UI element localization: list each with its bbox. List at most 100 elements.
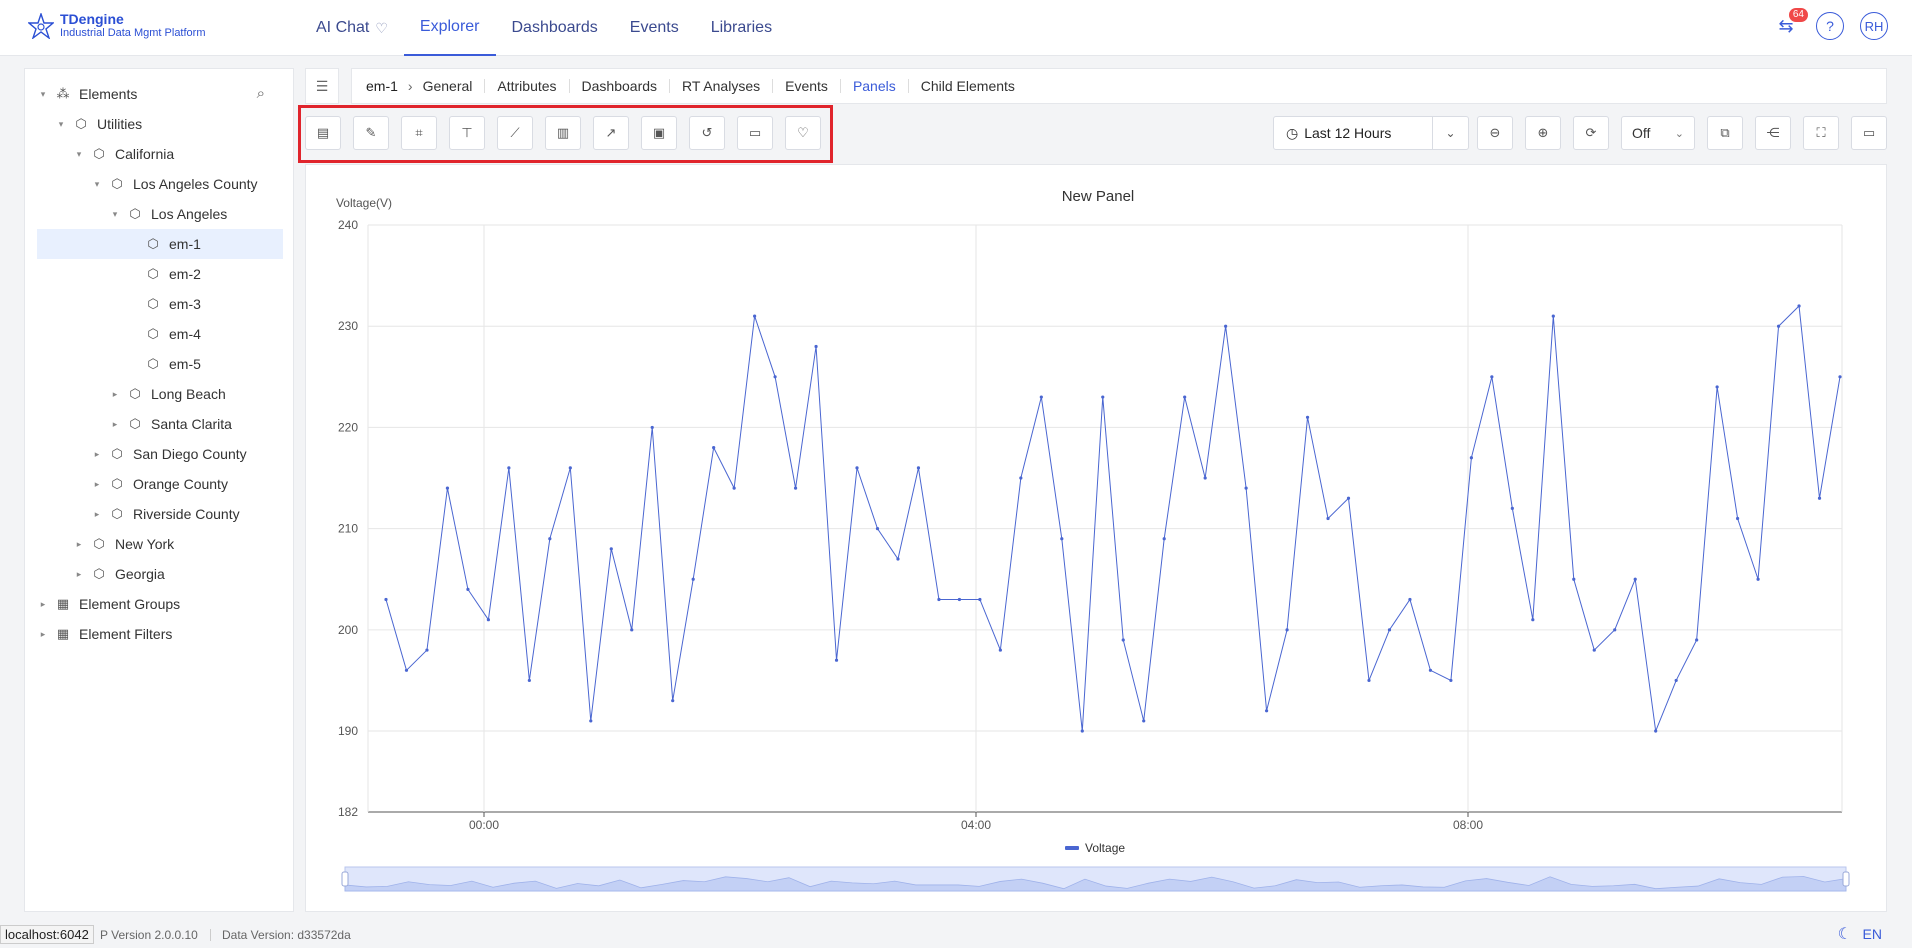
cube-icon: ⬡ xyxy=(93,566,105,581)
tree-item-elements[interactable]: ▾ ⁂ Elements xyxy=(25,79,283,109)
divider xyxy=(210,929,211,941)
bar-line-chart-button[interactable]: ▥ xyxy=(545,116,581,150)
tree-item-em-2[interactable]: ⬡ em-2 xyxy=(25,259,283,289)
element-filters-icon: ▦ xyxy=(56,626,70,641)
trophy-button[interactable]: ♡ xyxy=(785,116,821,150)
panel-list-button[interactable]: ▤ xyxy=(305,116,341,150)
breadcrumb-bar: ☰ em-1 › General Attributes Dashboards R… xyxy=(305,68,1887,104)
caret-right-icon[interactable]: ▸ xyxy=(37,599,49,610)
zoom-in-icon: ⊕ xyxy=(1537,125,1549,140)
caret-right-icon[interactable]: ▸ xyxy=(109,389,121,400)
data-point xyxy=(1592,648,1596,652)
image-chart-button[interactable]: ▣ xyxy=(641,116,677,150)
tree-item-california[interactable]: ▾ ⬡ California xyxy=(25,139,283,169)
caret-right-icon[interactable]: ▸ xyxy=(91,449,103,460)
window-button[interactable]: ▭ xyxy=(1851,116,1887,150)
trend-chart-icon: ↗ xyxy=(605,125,617,140)
nav-ai-chat[interactable]: AI Chat ♡ xyxy=(300,0,404,56)
collapse-sidebar-button[interactable]: ☰ xyxy=(305,68,339,104)
refresh-button[interactable]: ⟳ xyxy=(1573,116,1609,150)
logo[interactable]: TDengine Industrial Data Mgmt Platform xyxy=(28,12,206,40)
auto-refresh-select[interactable]: Off ⌄ xyxy=(1621,116,1695,150)
nav-explorer[interactable]: Explorer xyxy=(403,0,496,56)
zoom-in-button[interactable]: ⊕ xyxy=(1525,116,1561,150)
line-chart-button[interactable]: ⟋ xyxy=(497,116,533,150)
tree-item-georgia[interactable]: ▸ ⬡ Georgia xyxy=(25,559,283,589)
tree-item-los-angeles-county[interactable]: ▾ ⬡ Los Angeles County xyxy=(25,169,283,199)
caret-right-icon[interactable]: ▸ xyxy=(73,539,85,550)
trend-chart-button[interactable]: ↗ xyxy=(593,116,629,150)
tree-item-orange-county[interactable]: ▸ ⬡ Orange County xyxy=(25,469,283,499)
tree-item-long-beach[interactable]: ▸ ⬡ Long Beach xyxy=(25,379,283,409)
caret-right-icon[interactable]: ▸ xyxy=(91,509,103,520)
tree-item-em-3[interactable]: ⬡ em-3 xyxy=(25,289,283,319)
main-nav: AI Chat ♡ Explorer Dashboards Events Lib… xyxy=(300,0,788,56)
zoom-slider-left-handle[interactable] xyxy=(341,871,349,887)
cube-icon: ⬡ xyxy=(147,266,159,281)
caret-down-icon[interactable]: ▾ xyxy=(37,89,49,100)
tree-item-santa-clarita[interactable]: ▸ ⬡ Santa Clarita xyxy=(25,409,283,439)
breadcrumb-root[interactable]: em-1 xyxy=(366,78,398,94)
align-button[interactable]: ⊤ xyxy=(449,116,485,150)
tree-item-utilities[interactable]: ▾ ⬡ Utilities xyxy=(25,109,283,139)
fullscreen-button[interactable]: ⛶ xyxy=(1803,116,1839,150)
tab-attributes[interactable]: Attributes xyxy=(485,79,570,93)
tree-item-em-1[interactable]: ⬡ em-1 xyxy=(37,229,283,259)
nav-dashboards[interactable]: Dashboards xyxy=(496,0,614,56)
tab-general[interactable]: General xyxy=(423,79,486,93)
nav-events[interactable]: Events xyxy=(614,0,695,56)
tree-item-label: Georgia xyxy=(115,566,165,582)
chevron-down-icon[interactable]: ⌄ xyxy=(1432,117,1468,149)
voltage-line-chart[interactable]: New Panel Voltage(V) 240 230 220 210 200 190 182… xyxy=(306,165,1886,911)
data-point xyxy=(834,658,839,662)
help-button[interactable]: ? xyxy=(1816,12,1844,40)
caret-right-icon[interactable]: ▸ xyxy=(109,419,121,430)
cube-icon: ⬡ xyxy=(93,146,105,161)
history-button[interactable]: ↺ xyxy=(689,116,725,150)
tree-item-label: em-1 xyxy=(169,236,201,252)
tree-item-element-groups[interactable]: ▸ ▦ Element Groups xyxy=(25,589,283,619)
cube-icon: ⬡ xyxy=(129,206,141,221)
tree-item-new-york[interactable]: ▸ ⬡ New York xyxy=(25,529,283,559)
data-point xyxy=(814,344,818,349)
zoom-out-button[interactable]: ⊖ xyxy=(1477,116,1513,150)
tree-item-los-angeles[interactable]: ▾ ⬡ Los Angeles xyxy=(25,199,283,229)
tab-dashboards[interactable]: Dashboards xyxy=(570,79,671,93)
edit-panel-button[interactable]: ✎ xyxy=(353,116,389,150)
user-avatar[interactable]: RH xyxy=(1860,12,1888,40)
y-tick-label: 220 xyxy=(338,420,358,434)
data-point xyxy=(589,719,593,723)
data-point xyxy=(732,486,736,490)
chevron-right-icon: › xyxy=(407,78,413,94)
tree-item-label: San Diego County xyxy=(133,446,247,462)
trophy-icon: ♡ xyxy=(375,20,388,36)
share-button[interactable]: ⋲ xyxy=(1755,116,1791,150)
caret-down-icon[interactable]: ▾ xyxy=(55,119,67,130)
crop-button[interactable]: ⌗ xyxy=(401,116,437,150)
caret-right-icon[interactable]: ▸ xyxy=(37,629,49,640)
tree-item-san-diego-county[interactable]: ▸ ⬡ San Diego County xyxy=(25,439,283,469)
caret-down-icon[interactable]: ▾ xyxy=(109,209,121,220)
moon-icon[interactable]: ☾ xyxy=(1838,924,1852,944)
tree-item-em-4[interactable]: ⬡ em-4 xyxy=(25,319,283,349)
export-image-button[interactable]: ⧉ xyxy=(1707,116,1743,150)
window-icon: ▭ xyxy=(1862,125,1876,140)
zoom-slider-right-handle[interactable] xyxy=(1842,871,1850,887)
notifications-button[interactable]: ⇆ 64 xyxy=(1772,8,1808,40)
caret-right-icon[interactable]: ▸ xyxy=(91,479,103,490)
caret-down-icon[interactable]: ▾ xyxy=(91,179,103,190)
comment-button[interactable]: ▭ xyxy=(737,116,773,150)
nav-libraries[interactable]: Libraries xyxy=(695,0,788,56)
language-toggle[interactable]: EN xyxy=(1863,926,1882,942)
caret-right-icon[interactable]: ▸ xyxy=(73,569,85,580)
tab-child-elements[interactable]: Child Elements xyxy=(909,79,1027,93)
tab-events[interactable]: Events xyxy=(773,79,841,93)
tree-item-riverside-county[interactable]: ▸ ⬡ Riverside County xyxy=(25,499,283,529)
tab-rt-analyses[interactable]: RT Analyses xyxy=(670,79,774,93)
caret-down-icon[interactable]: ▾ xyxy=(73,149,85,160)
tree-item-em-5[interactable]: ⬡ em-5 xyxy=(25,349,283,379)
tab-panels[interactable]: Panels xyxy=(841,79,909,93)
tree-item-element-filters[interactable]: ▸ ▦ Element Filters xyxy=(25,619,283,649)
data-version: Data Version: d33572da xyxy=(222,928,351,942)
time-range-select[interactable]: ◷ Last 12 Hours ⌄ xyxy=(1273,116,1469,150)
